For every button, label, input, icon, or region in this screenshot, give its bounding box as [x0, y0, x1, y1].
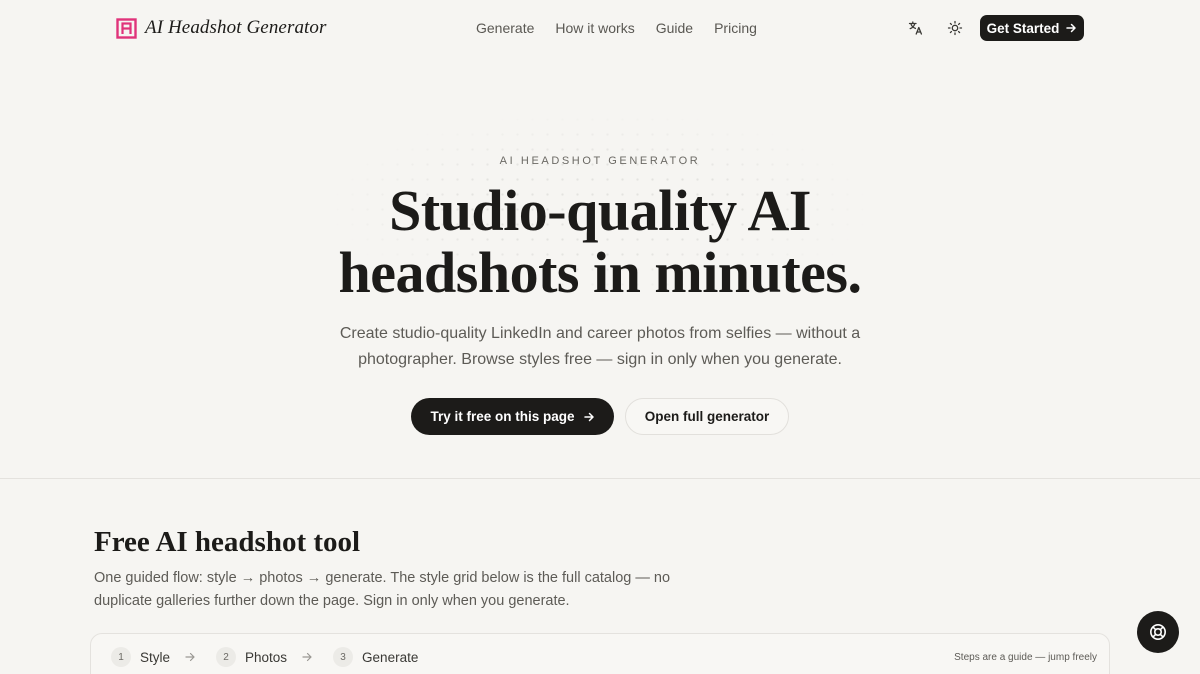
hero-eyebrow: AI HEADSHOT GENERATOR	[499, 155, 701, 167]
hero-subtitle: Create studio-quality LinkedIn and caree…	[339, 325, 861, 368]
arrow-right-icon	[1066, 23, 1077, 33]
nav-pricing[interactable]: Pricing	[714, 19, 757, 37]
brand-name: AI Headshot Generator	[145, 17, 327, 38]
sun-icon[interactable]	[945, 18, 965, 38]
brand-logo-icon	[116, 17, 137, 39]
hero-title: Studio-quality AI headshots in minutes.	[0, 180, 1200, 304]
step-style[interactable]: 1 Style	[111, 647, 170, 667]
hero-title-line-2: headshots in minutes.	[338, 240, 862, 305]
arrow-right-icon	[583, 412, 594, 421]
steps-hint: Steps are a guide — jump freely	[954, 652, 1097, 663]
tool-section-description: One guided flow: style → photos → genera…	[94, 570, 671, 609]
main-nav: Generate How it works Guide Pricing	[476, 19, 757, 37]
lifebuoy-icon	[1150, 624, 1166, 640]
hero-title-line-1: Studio-quality AI	[389, 178, 811, 243]
translate-icon[interactable]	[906, 18, 926, 38]
steps-list: 1 Style 2 Photos 3 Generate	[111, 647, 418, 667]
arrow-right-icon	[184, 651, 196, 663]
help-button[interactable]	[1137, 611, 1179, 653]
step-generate[interactable]: 3 Generate	[333, 647, 418, 667]
step-number: 1	[111, 647, 131, 667]
step-label: Photos	[245, 649, 288, 665]
nav-how-it-works[interactable]: How it works	[555, 19, 634, 37]
step-label: Generate	[362, 649, 419, 665]
try-free-button[interactable]: Try it free on this page	[411, 398, 614, 435]
nav-generate[interactable]: Generate	[476, 19, 534, 37]
arrow-right-icon	[301, 651, 313, 663]
nav-guide[interactable]: Guide	[656, 19, 693, 37]
try-free-label: Try it free on this page	[430, 409, 575, 424]
open-full-generator-button[interactable]: Open full generator	[625, 398, 789, 435]
get-started-button[interactable]: Get Started	[980, 15, 1084, 41]
tool-section-title: Free AI headshot tool	[94, 526, 361, 558]
step-label: Style	[140, 649, 171, 665]
get-started-label: Get Started	[986, 20, 1060, 36]
step-navigator: 1 Style 2 Photos 3 Generate Steps are a …	[90, 633, 1110, 674]
section-divider	[0, 478, 1200, 479]
open-full-generator-label: Open full generator	[644, 409, 770, 424]
site-header: AI Headshot Generator Generate How it wo…	[0, 0, 1200, 56]
step-photos[interactable]: 2 Photos	[216, 647, 287, 667]
brand[interactable]: AI Headshot Generator	[116, 17, 327, 39]
step-number: 3	[333, 647, 354, 667]
step-number: 2	[216, 647, 237, 667]
